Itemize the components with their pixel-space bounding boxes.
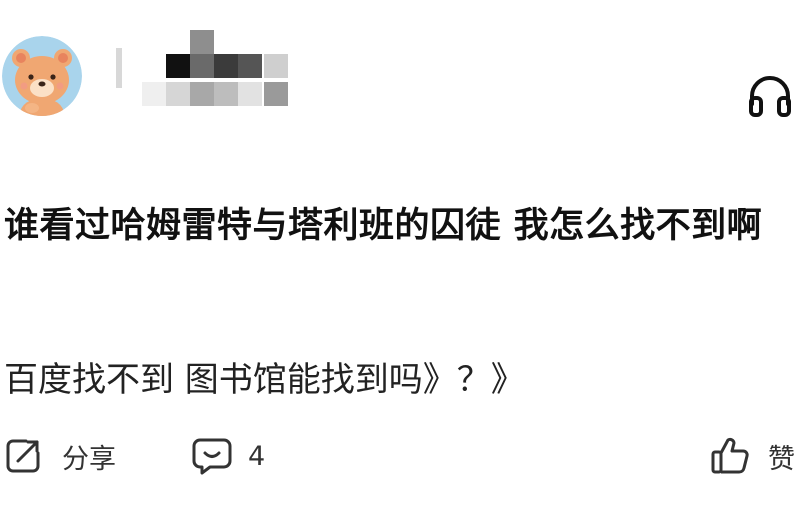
mosaic-block bbox=[116, 48, 122, 88]
mosaic-block bbox=[190, 82, 214, 106]
username-redacted[interactable] bbox=[112, 30, 302, 110]
comment-icon bbox=[192, 438, 232, 475]
mosaic-block bbox=[190, 30, 214, 54]
mosaic-block bbox=[166, 82, 190, 106]
headphones-icon bbox=[749, 76, 791, 117]
mosaic-block bbox=[214, 82, 238, 106]
share-icon bbox=[6, 439, 40, 473]
comment-button[interactable]: 4 bbox=[192, 434, 265, 478]
like-button[interactable]: 赞 bbox=[710, 434, 795, 478]
bear-avatar-icon bbox=[2, 36, 82, 116]
mosaic-block bbox=[238, 54, 262, 78]
comment-count: 4 bbox=[248, 440, 266, 472]
post-card: 谁看过哈姆雷特与塔利班的囚徒 我怎么找不到啊 百度找不到 图书馆能找到吗》？》 … bbox=[0, 0, 800, 518]
post-body: 百度找不到 图书馆能找到吗》？》 bbox=[4, 360, 525, 400]
mosaic-block bbox=[214, 54, 238, 78]
mosaic-block bbox=[264, 82, 288, 106]
post-title: 谁看过哈姆雷特与塔利班的囚徒 我怎么找不到啊 bbox=[4, 206, 763, 246]
mosaic-block bbox=[166, 54, 190, 78]
mosaic-block bbox=[264, 54, 288, 78]
share-button[interactable]: 分享 bbox=[4, 434, 116, 478]
share-label: 分享 bbox=[62, 443, 116, 475]
listen-button[interactable] bbox=[746, 74, 794, 118]
thumbs-up-icon bbox=[711, 437, 749, 474]
mosaic-block bbox=[238, 82, 262, 106]
mosaic-block bbox=[142, 82, 166, 106]
like-label: 赞 bbox=[768, 443, 795, 475]
user-avatar[interactable] bbox=[2, 36, 82, 116]
mosaic-block bbox=[190, 54, 214, 78]
